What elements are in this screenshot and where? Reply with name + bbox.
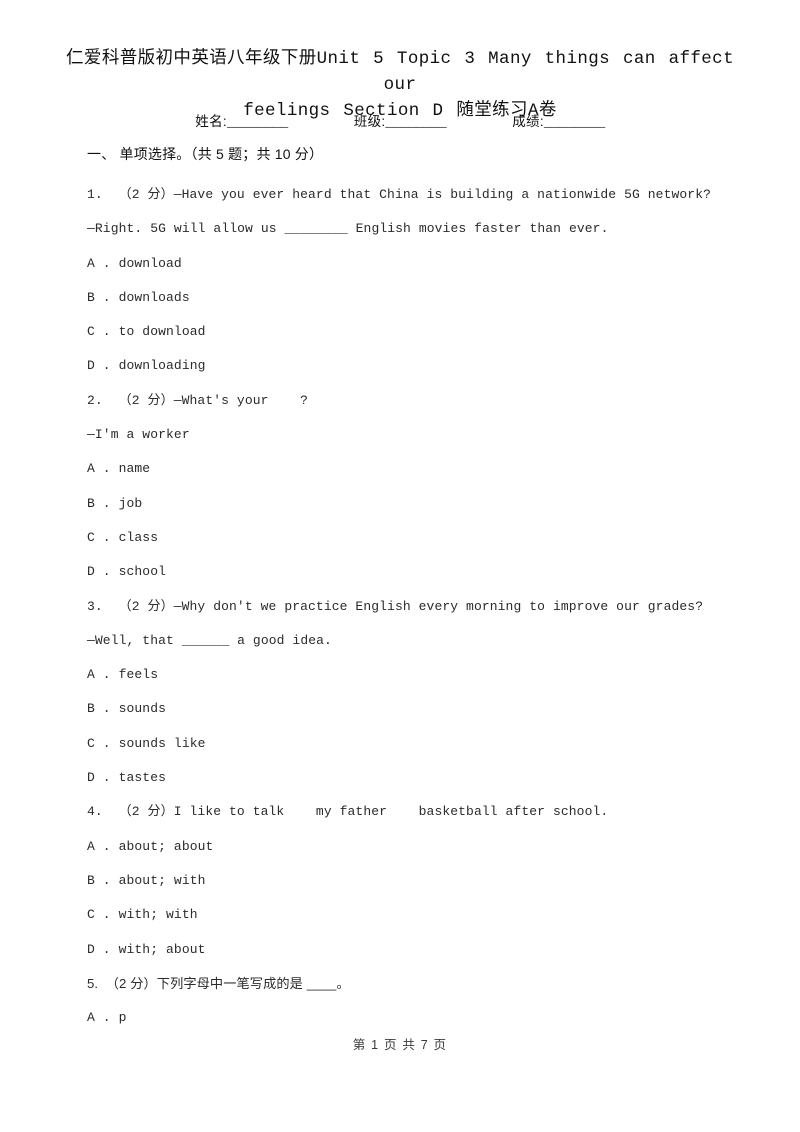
student-score-label: 成绩: [512, 114, 544, 129]
student-class-label: 班级: [353, 114, 386, 129]
student-info-line: 姓名:________ 班级:________ 成绩:________ [87, 110, 713, 131]
student-name-blank: ________ [226, 116, 288, 131]
student-score-field[interactable]: 成绩:________ [512, 110, 605, 131]
question-5-option-a[interactable]: A . p [87, 1001, 767, 1035]
student-name-label: 姓名: [195, 114, 227, 129]
question-2-stem-line-2: —I'm a worker [87, 427, 190, 443]
question-2-stem-line-1: 2. （2 分）—What's your ? [87, 392, 309, 408]
student-class-blank: ________ [385, 116, 447, 131]
question-5-stem-line-1: 5. （2 分）下列字母中一笔写成的是 ____。 [87, 975, 350, 991]
question-4-option-a[interactable]: A . about; about [87, 830, 767, 864]
question-1-option-c[interactable]: C . to download [87, 315, 767, 349]
exam-page: 仁爱科普版初中英语八年级下册Unit 5 Topic 3 Many things… [0, 0, 800, 1132]
student-class-field[interactable]: 班级:________ [353, 110, 447, 131]
question-2-option-c[interactable]: C . class [87, 521, 767, 555]
question-2-option-d[interactable]: D . school [87, 555, 767, 589]
question-2-option-a[interactable]: A . name [87, 452, 767, 486]
question-3-stem-line-1: 3. （2 分）—Why don't we practice English e… [87, 598, 704, 614]
question-1-option-b[interactable]: B . downloads [87, 281, 767, 315]
question-3-stem-line-2: —Well, that ______ a good idea. [87, 632, 332, 648]
question-3-option-d[interactable]: D . tastes [87, 761, 767, 795]
question-4-option-b[interactable]: B . about; with [87, 864, 767, 898]
student-name-field[interactable]: 姓名:________ [195, 110, 288, 131]
question-3-option-a[interactable]: A . feels [87, 658, 767, 692]
question-3-option-b[interactable]: B . sounds [87, 692, 767, 726]
question-1-stem-line-2: —Right. 5G will allow us ________ Englis… [87, 221, 609, 237]
page-title-line-1: 仁爱科普版初中英语八年级下册Unit 5 Topic 3 Many things… [66, 49, 734, 95]
question-2-option-b[interactable]: B . job [87, 487, 767, 521]
question-4-stem-line-1: 4. （2 分）I like to talk my father basketb… [87, 804, 609, 820]
page-footer: 第 1 页 共 7 页 [352, 1038, 448, 1052]
questions-container: 1. （2 分）—Have you ever heard that China … [87, 178, 767, 1035]
question-3-option-c[interactable]: C . sounds like [87, 727, 767, 761]
question-1-option-d[interactable]: D . downloading [87, 349, 767, 383]
question-4-option-c[interactable]: C . with; with [87, 898, 767, 932]
student-score-blank: ________ [543, 116, 605, 131]
question-4-option-d[interactable]: D . with; about [87, 933, 767, 967]
question-1-option-a[interactable]: A . download [87, 247, 767, 281]
question-1-stem-line-1: 1. （2 分）—Have you ever heard that China … [87, 187, 711, 202]
section-heading-1: 一、 单项选择。（共 5 题；共 10 分） [87, 146, 324, 162]
